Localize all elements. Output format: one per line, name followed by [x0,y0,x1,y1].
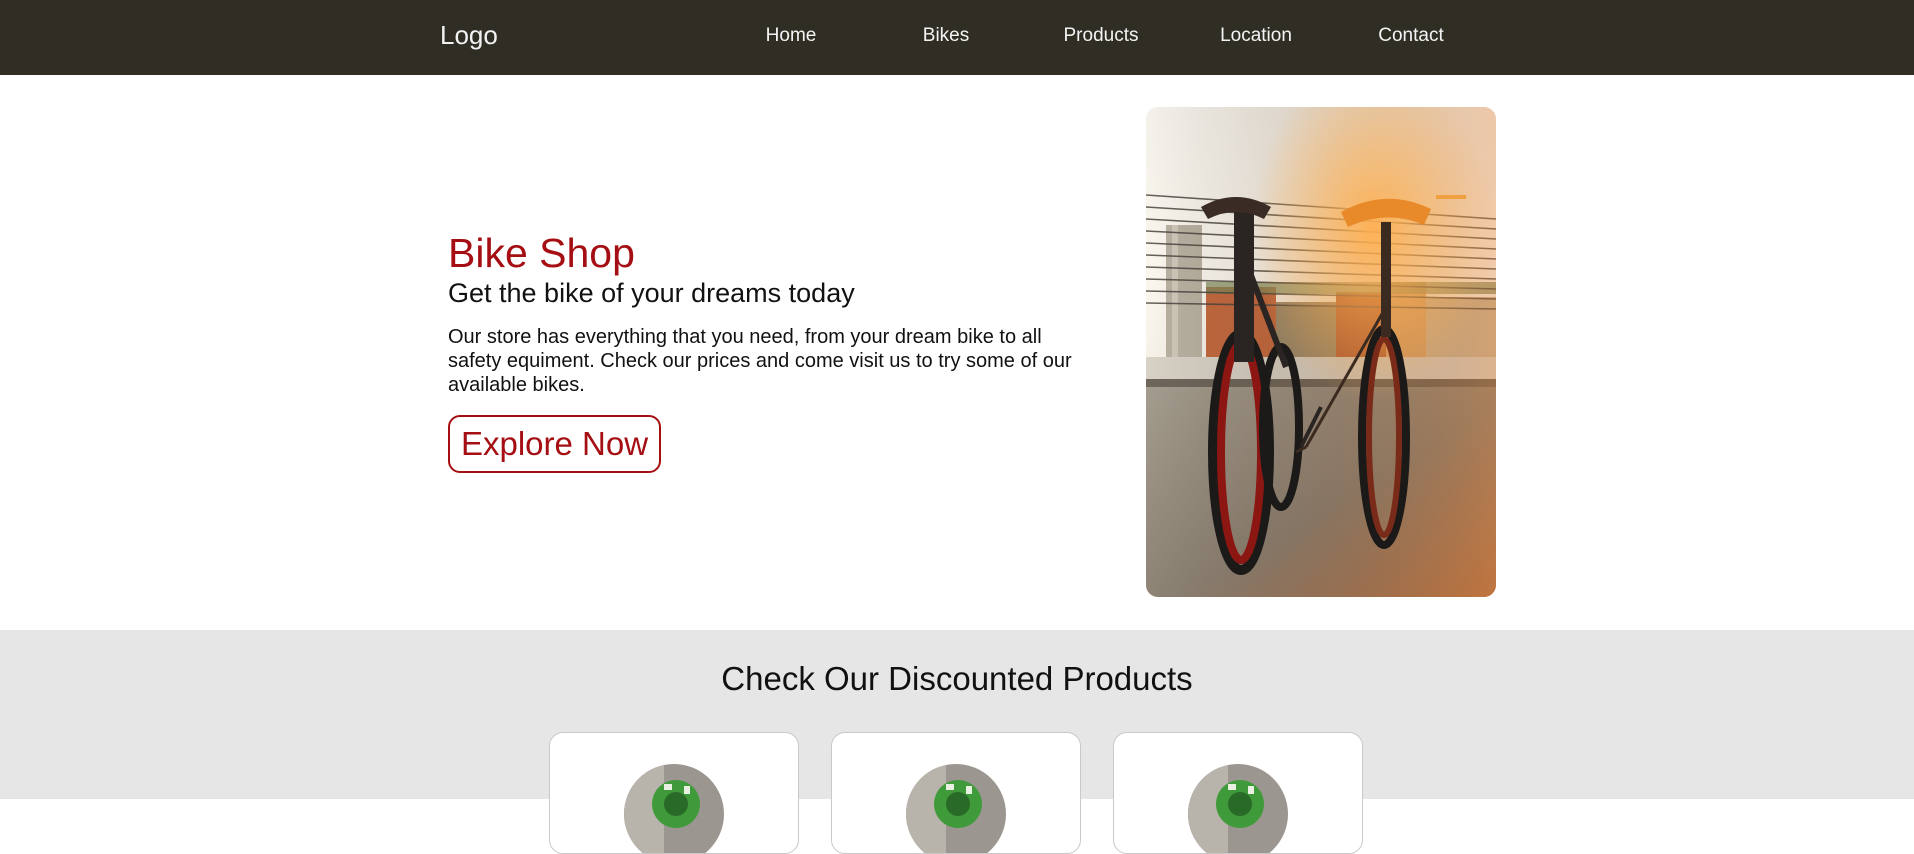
nav-link-home[interactable]: Home [736,25,846,47]
product-photo-icon [906,764,1006,853]
hero-subtitle: Get the bike of your dreams today [448,278,855,308]
hero-title: Bike Shop [448,230,635,276]
section-title: Check Our Discounted Products [721,660,1193,697]
product-image [906,764,1006,853]
explore-now-button[interactable]: Explore Now [448,415,661,473]
product-image [624,764,724,853]
product-image [1188,764,1288,853]
discounted-products-section: Check Our Discounted Products [0,630,1914,854]
nav-link-products[interactable]: Products [1046,25,1156,47]
nav-link-location[interactable]: Location [1201,25,1311,47]
product-photo-icon [1188,764,1288,853]
hero-description: Our store has everything that you need, … [448,326,1072,396]
nav-link-bikes[interactable]: Bikes [891,25,1001,47]
product-card[interactable] [1113,732,1363,854]
product-card[interactable] [831,732,1081,854]
hero-bike-image [1146,107,1496,597]
product-card[interactable] [549,732,799,854]
nav-link-contact[interactable]: Contact [1356,25,1466,47]
product-photo-icon [624,764,724,853]
bicycles-photo-icon [1146,107,1496,597]
hero-section: Bike Shop Get the bike of your dreams to… [0,75,1914,630]
logo[interactable]: Logo [440,20,498,51]
navbar: Logo Home Bikes Products Location Contac… [0,0,1914,75]
